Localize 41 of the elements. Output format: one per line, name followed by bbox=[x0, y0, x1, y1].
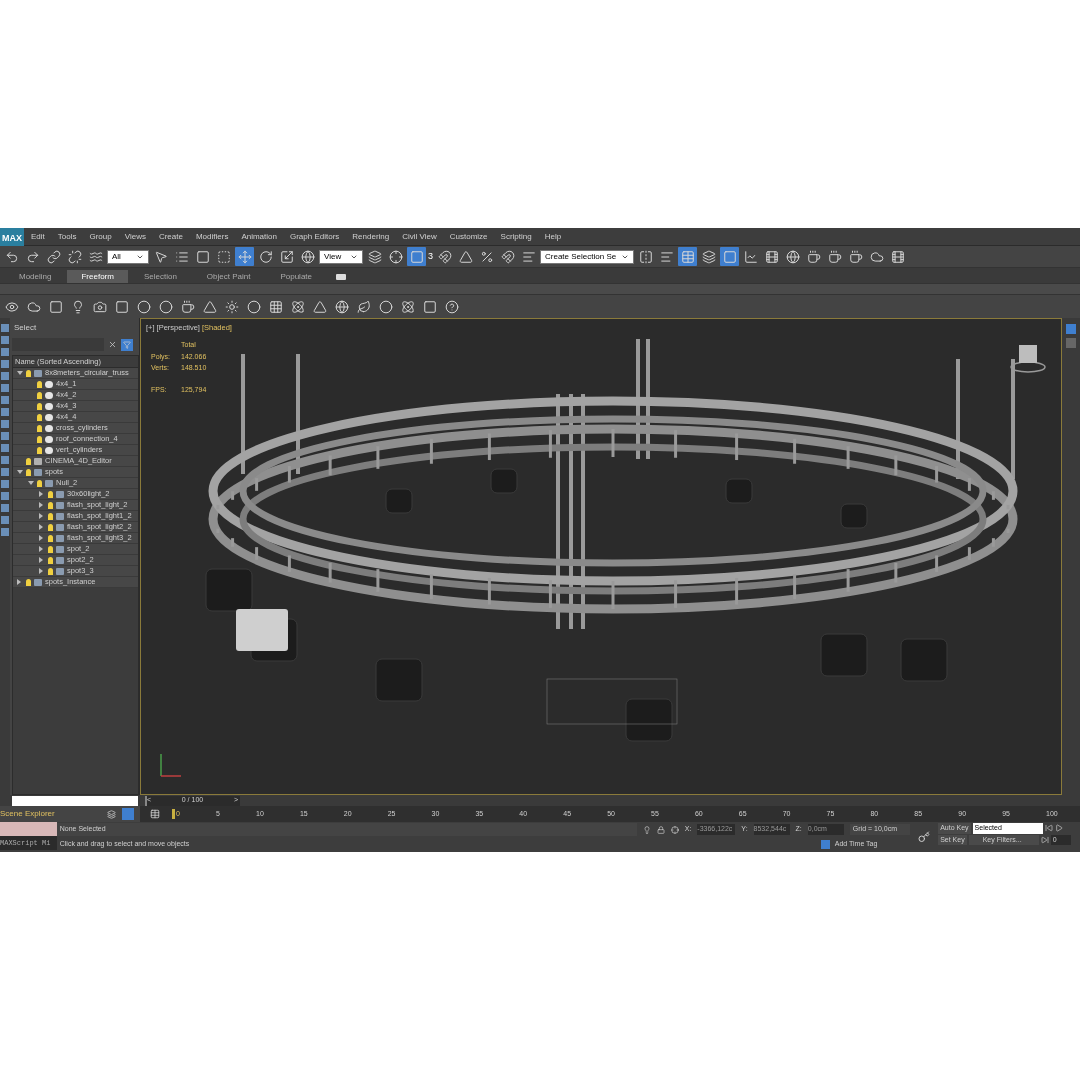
menu-item[interactable]: Help bbox=[544, 230, 562, 243]
selection-filter-dropdown[interactable]: All bbox=[107, 249, 149, 264]
menu-item[interactable]: Customize bbox=[449, 230, 488, 243]
go-to-start-icon[interactable] bbox=[1044, 824, 1053, 833]
menu-item[interactable]: Rendering bbox=[352, 230, 390, 243]
menu-item[interactable]: Civil View bbox=[402, 230, 437, 243]
menu-item[interactable]: Graph Editors bbox=[289, 230, 340, 243]
ribbon-tab[interactable]: Freeform bbox=[67, 270, 128, 283]
layers-icon[interactable] bbox=[107, 809, 116, 819]
menu-item[interactable]: Modifiers bbox=[195, 230, 229, 243]
link-icon[interactable] bbox=[44, 247, 63, 266]
axis-gizmo-icon bbox=[160, 753, 182, 777]
expand-arrow-icon[interactable] bbox=[17, 579, 21, 585]
ribbon-tab[interactable]: Selection bbox=[129, 270, 191, 283]
menu-item[interactable]: Tools bbox=[57, 230, 77, 243]
menu-item[interactable]: Group bbox=[89, 230, 112, 243]
close-icon[interactable] bbox=[108, 340, 117, 349]
lock-icon[interactable] bbox=[656, 825, 665, 834]
panel-title: Select bbox=[13, 321, 38, 334]
ribbon-tab[interactable]: Populate bbox=[266, 270, 326, 283]
menu-item[interactable]: Create bbox=[158, 230, 183, 243]
horizontal-scrollbar[interactable] bbox=[12, 795, 138, 806]
view-cube-icon[interactable] bbox=[1010, 345, 1046, 373]
ribbon-tab[interactable]: Object Paint bbox=[192, 270, 265, 283]
menu-item[interactable]: Views bbox=[124, 230, 146, 243]
menu-item[interactable]: Animation bbox=[241, 230, 277, 243]
reference-coordinate-dropdown[interactable]: View bbox=[319, 249, 363, 264]
panel-title: Scene Explorer bbox=[0, 808, 56, 820]
time-tag-icon[interactable] bbox=[820, 840, 830, 849]
play-icon[interactable] bbox=[1054, 824, 1063, 833]
ribbon-tab[interactable]: Modeling bbox=[5, 270, 66, 283]
key-icon[interactable] bbox=[918, 831, 930, 843]
menu-item[interactable]: Edit bbox=[31, 230, 45, 243]
snap-toggle-label[interactable]: 3 bbox=[428, 249, 433, 264]
listener-field[interactable] bbox=[0, 822, 57, 836]
unlink-icon[interactable] bbox=[65, 247, 84, 266]
filter-button[interactable] bbox=[121, 338, 133, 351]
light-bulb-icon[interactable] bbox=[26, 578, 31, 586]
menu-item[interactable]: Scripting bbox=[500, 230, 532, 243]
app-logo[interactable]: MAX bbox=[0, 227, 24, 246]
named-selection-dropdown[interactable]: Create Selection Se bbox=[540, 249, 634, 264]
